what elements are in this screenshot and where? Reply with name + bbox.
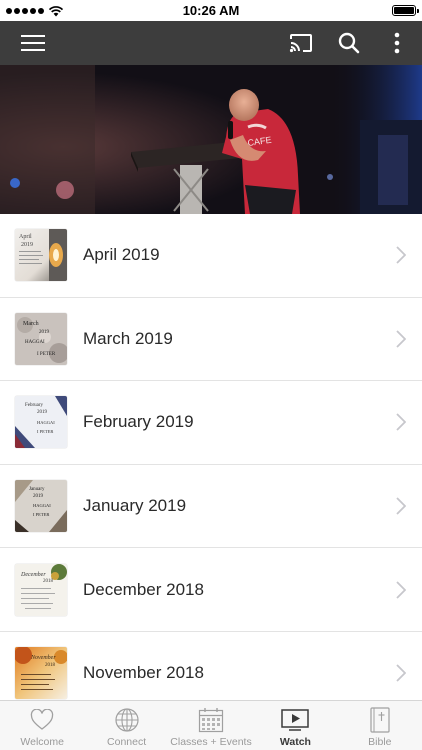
chevron-right-icon — [396, 246, 406, 264]
tab-classes-events[interactable]: Classes + Events — [169, 701, 253, 750]
bible-icon — [365, 706, 395, 734]
thumb-text: 2019 — [39, 330, 50, 335]
thumb-text: 2018 — [43, 579, 54, 584]
thumb-text: HAGGAI — [25, 340, 45, 345]
series-title: April 2019 — [83, 245, 160, 265]
tab-welcome[interactable]: Welcome — [0, 701, 84, 750]
thumb-text: November — [30, 655, 56, 661]
series-thumbnail: February 2019 HAGGAI I PETER — [15, 396, 67, 449]
heart-icon — [27, 706, 57, 734]
series-title: January 2019 — [83, 496, 187, 516]
tab-label: Classes + Events — [170, 736, 252, 748]
series-title: February 2019 — [83, 412, 194, 432]
list-item[interactable]: December 2018 December 2018 — [0, 548, 422, 632]
series-title: November 2018 — [83, 663, 204, 683]
thumb-text: February — [25, 403, 44, 408]
wifi-icon — [48, 5, 64, 16]
battery-icon — [392, 5, 419, 16]
list-item[interactable]: March 2019 HAGGAI I PETER March 2019 — [0, 298, 422, 382]
list-item[interactable]: February 2019 HAGGAI I PETER February 20… — [0, 381, 422, 465]
list-item[interactable]: April 2019 April 2019 — [0, 214, 422, 298]
thumb-text: January — [29, 487, 45, 492]
thumb-text: April — [19, 234, 32, 240]
hamburger-menu-icon[interactable] — [20, 30, 46, 56]
hero-banner: CAFE — [0, 65, 422, 214]
preacher-photo: CAFE — [0, 65, 422, 214]
chevron-right-icon — [396, 330, 406, 348]
chevron-right-icon — [396, 413, 406, 432]
globe-icon — [112, 706, 142, 734]
tab-label: Bible — [368, 736, 392, 748]
search-icon[interactable] — [336, 30, 362, 56]
series-title: December 2018 — [83, 579, 204, 599]
list-item[interactable]: January 2019 HAGGAI I PETER January 2019 — [0, 465, 422, 549]
thumb-text: December — [20, 572, 46, 578]
cellular-signal-icon — [6, 7, 44, 14]
tab-label: Connect — [107, 736, 147, 748]
status-bar: 10:26 AM — [0, 0, 422, 21]
calendar-icon — [196, 706, 226, 734]
thumb-text: I PETER — [37, 352, 56, 357]
series-thumbnail: April 2019 — [15, 229, 67, 282]
bottom-tab-bar: Welcome Connect Classes + Events Watch B… — [0, 700, 422, 750]
play-video-icon — [280, 706, 310, 734]
tab-watch[interactable]: Watch — [253, 701, 337, 750]
more-vertical-icon[interactable] — [384, 30, 410, 56]
list-item[interactable]: November 2018 November 2018 — [0, 632, 422, 700]
thumb-text: 2019 — [21, 242, 33, 248]
series-thumbnail: December 2018 — [15, 563, 67, 616]
series-thumbnail: March 2019 HAGGAI I PETER — [15, 312, 67, 365]
tab-label: Welcome — [20, 736, 64, 748]
thumb-text: 2018 — [45, 663, 56, 668]
thumb-text: I PETER — [33, 512, 49, 517]
tab-label: Watch — [279, 736, 311, 748]
signal-area — [6, 5, 64, 17]
thumb-text: HAGGAI — [33, 503, 51, 508]
tab-bible[interactable]: Bible — [338, 701, 422, 750]
nav-actions — [288, 30, 410, 56]
top-nav-bar — [0, 21, 422, 65]
thumb-text: March — [23, 321, 39, 327]
chevron-right-icon — [396, 581, 406, 599]
thumb-text: 2019 — [37, 410, 48, 415]
thumb-text: I PETER — [37, 429, 53, 434]
tab-connect[interactable]: Connect — [84, 701, 168, 750]
series-title: March 2019 — [83, 328, 173, 348]
series-thumbnail: January 2019 HAGGAI I PETER — [15, 480, 67, 533]
series-list: April 2019 April 2019 March 2019 HAGGAI … — [0, 214, 422, 700]
cast-icon[interactable] — [288, 30, 314, 56]
chevron-right-icon — [396, 497, 406, 515]
thumb-text: HAGGAI — [37, 420, 55, 425]
chevron-right-icon — [396, 664, 406, 682]
thumb-text: 2019 — [33, 494, 44, 499]
series-thumbnail: November 2018 — [15, 647, 67, 700]
